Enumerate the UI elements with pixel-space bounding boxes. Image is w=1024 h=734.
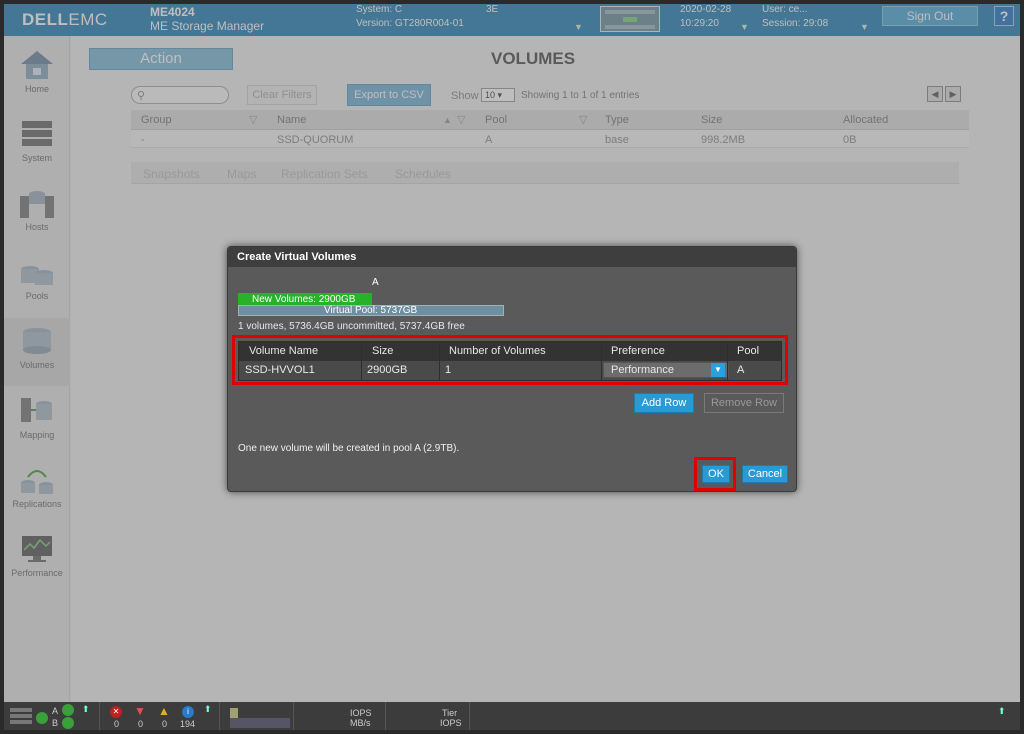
error-icon: ▼ <box>134 704 146 718</box>
info-count: 194 <box>180 719 196 729</box>
tier-iops-label: IOPS <box>440 718 462 728</box>
alerts-summary[interactable]: ✕ 0 ▼ 0 ▲ 0 i 194 ⬆ <box>100 702 220 730</box>
tier-graph[interactable]: Tier IOPS <box>386 702 470 730</box>
arrow-up-icon[interactable]: ⬆ <box>204 704 212 715</box>
status-footer: A B ⬆ ✕ 0 ▼ 0 ▲ 0 i 194 ⬆ IOPS MB/s Tier… <box>4 702 1020 730</box>
remove-row-button[interactable]: Remove Row <box>704 393 784 413</box>
highlight-box <box>232 335 788 385</box>
enclosure-icon <box>10 708 32 724</box>
cancel-button[interactable]: Cancel <box>742 465 788 483</box>
controller-a-label: A <box>52 706 59 716</box>
info-icon: i <box>182 706 194 718</box>
capacity-summary: 1 volumes, 5736.4GB uncommitted, 5737.4G… <box>238 321 465 332</box>
warning-count: 0 <box>162 719 168 729</box>
capacity-graph[interactable] <box>220 702 294 730</box>
create-virtual-volumes-dialog: Create Virtual Volumes A New Volumes: 29… <box>227 246 797 492</box>
ok-status-icon <box>62 704 74 716</box>
app-window: DELLEMC ME4024 ME Storage Manager System… <box>4 4 1020 730</box>
mbs-label: MB/s <box>350 718 371 728</box>
new-volumes-label: New Volumes: 2900GB <box>252 294 356 305</box>
controller-status[interactable]: A B ⬆ <box>4 702 100 730</box>
dialog-title: Create Virtual Volumes <box>228 247 796 267</box>
error-count: 0 <box>138 719 144 729</box>
ok-status-icon <box>62 717 74 729</box>
critical-count: 0 <box>114 719 120 729</box>
virtual-pool-label: Virtual Pool: 5737GB <box>324 305 418 316</box>
tier-label: Tier <box>442 708 458 718</box>
controller-b-label: B <box>52 718 59 728</box>
pool-label: A <box>372 277 379 288</box>
critical-icon: ✕ <box>110 706 122 718</box>
warning-icon: ▲ <box>158 704 170 718</box>
arrow-up-icon[interactable]: ⬆ <box>82 704 90 715</box>
iops-label: IOPS <box>350 708 372 718</box>
ok-status-icon <box>36 712 48 724</box>
info-message: One new volume will be created in pool A… <box>238 443 460 454</box>
add-row-button[interactable]: Add Row <box>634 393 694 413</box>
arrow-up-icon[interactable]: ⬆ <box>998 706 1006 717</box>
ok-button[interactable]: OK <box>702 465 730 483</box>
performance-graph[interactable]: IOPS MB/s <box>294 702 386 730</box>
